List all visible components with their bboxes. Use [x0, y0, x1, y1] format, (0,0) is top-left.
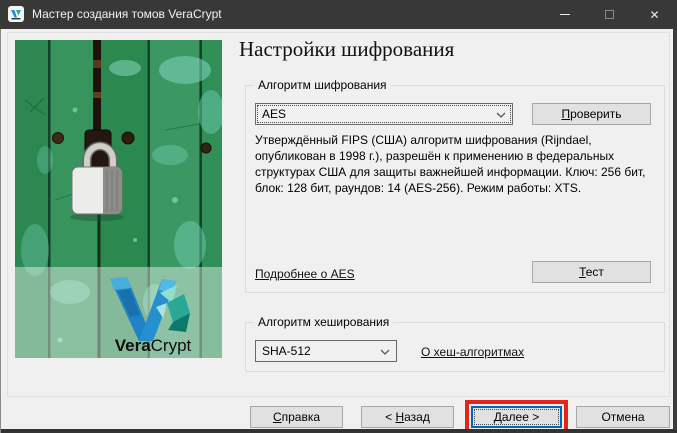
window-border-right [673, 29, 677, 433]
algorithm-description: Утверждённый FIPS (США) алгоритм шифрова… [255, 132, 661, 196]
wizard-window: Мастер создания томов VeraCrypt ✕ [0, 0, 677, 433]
verify-button[interactable]: Проверить [532, 103, 651, 125]
hash-algorithm-value: SHA-512 [262, 344, 311, 358]
window-titlebar: Мастер создания томов VeraCrypt ✕ [0, 0, 677, 29]
veracrypt-app-icon [8, 6, 24, 22]
cancel-button[interactable]: Отмена [576, 406, 670, 428]
window-border-left [0, 29, 1, 433]
test-button[interactable]: Тест [532, 261, 651, 283]
minimize-button[interactable] [542, 0, 587, 29]
encryption-group-label: Алгоритм шифрования [254, 78, 391, 92]
maximize-icon [605, 10, 614, 19]
minimize-icon [560, 14, 570, 15]
maximize-button [587, 0, 632, 29]
hash-info-link[interactable]: О хеш-алгоритмах [421, 345, 524, 359]
hash-group-label: Алгоритм хеширования [254, 315, 393, 329]
window-title: Мастер создания томов VeraCrypt [32, 0, 222, 29]
veracrypt-wordmark: VeraCrypt [115, 336, 192, 355]
chevron-down-icon [380, 349, 390, 355]
help-button[interactable]: Справка [250, 406, 343, 428]
door-padlock-photo: VeraCrypt [15, 40, 222, 358]
encryption-algorithm-value: AES [262, 107, 286, 121]
next-button[interactable]: Далее > [471, 406, 562, 428]
more-about-aes-link[interactable]: Подробнее о AES [255, 267, 355, 281]
back-button[interactable]: < Назад [361, 406, 454, 428]
close-icon: ✕ [649, 9, 659, 21]
hash-algorithm-select[interactable]: SHA-512 [255, 340, 397, 362]
page-title: Настройки шифрования [239, 37, 454, 62]
close-button[interactable]: ✕ [632, 0, 677, 29]
chevron-down-icon [496, 112, 506, 118]
encryption-algorithm-select[interactable]: AES [255, 103, 513, 125]
window-border-bottom [0, 429, 677, 433]
